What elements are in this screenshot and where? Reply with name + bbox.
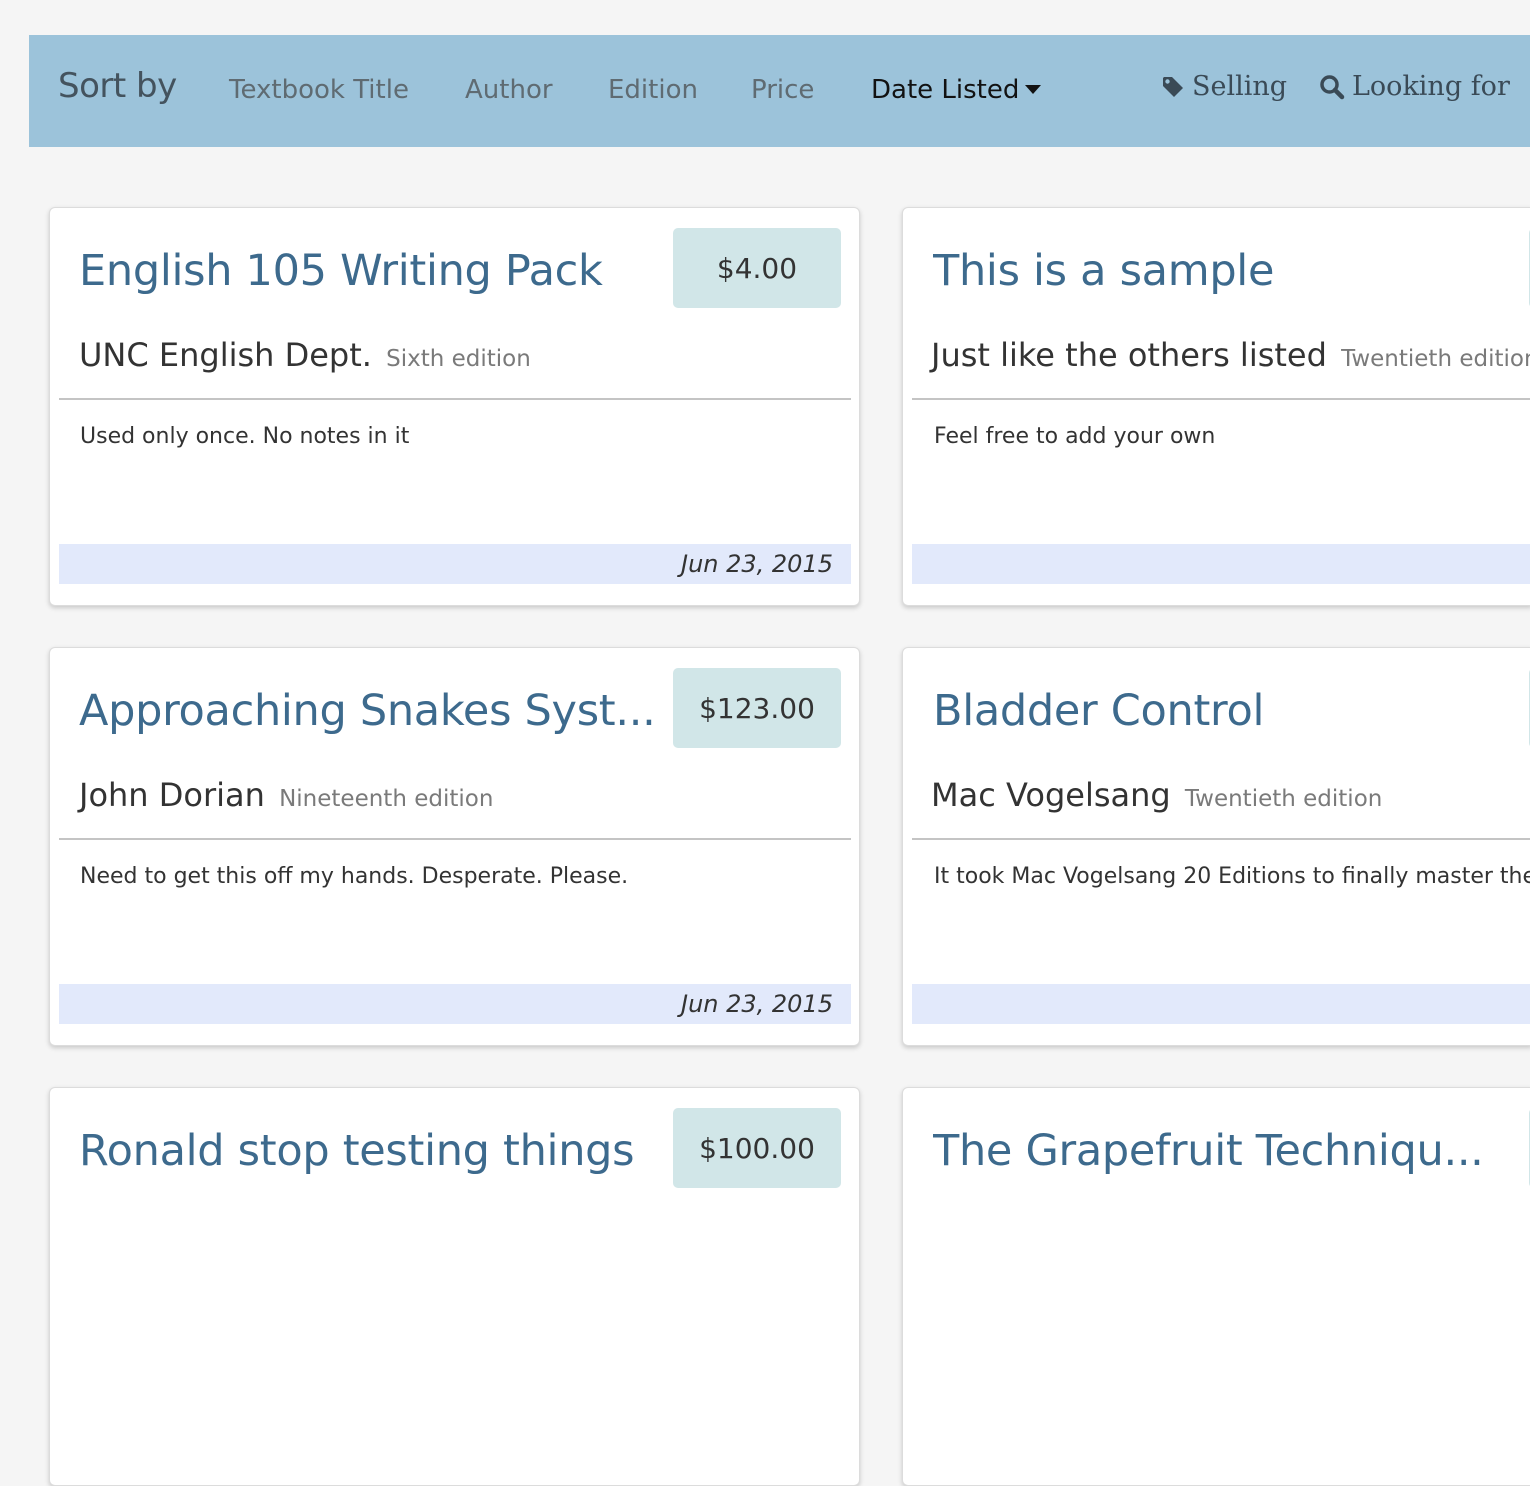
sort-option-edition[interactable]: Edition [608,75,698,105]
price-badge: $100.00 [673,1108,841,1188]
listing-description: Used only once. No notes in it [80,424,410,449]
filter-selling-label: Selling [1192,71,1288,102]
filter-selling[interactable]: Selling [1161,71,1287,102]
search-icon [1320,74,1345,99]
listing-description: Feel free to add your own [934,424,1216,449]
sort-option-date-listed[interactable]: Date Listed [871,75,1042,105]
listing-card[interactable]: Approaching Snakes Syst... $123.00 John … [49,647,860,1046]
listing-author: John Dorian Nineteenth edition [79,776,493,814]
listing-card[interactable]: This is a sample Just like the others li… [902,207,1530,606]
listing-card[interactable]: The Grapefruit Techniqu... [902,1087,1530,1486]
sort-option-price[interactable]: Price [751,75,814,105]
filter-looking-for[interactable]: Looking for [1319,71,1510,102]
author-name: Just like the others listed [931,336,1327,374]
author-name: John Dorian [79,776,265,814]
sort-by-label: Sort by [58,66,177,106]
listing-edition: Sixth edition [386,346,531,372]
listing-title[interactable]: Bladder Control [933,686,1530,736]
author-name: UNC English Dept. [79,336,372,374]
listing-title[interactable]: Approaching Snakes Syst... [79,686,679,736]
listing-description: Need to get this off my hands. Desperate… [80,864,629,889]
listing-date: Jun 23, 2015 [59,544,851,584]
listing-author: UNC English Dept. Sixth edition [79,336,531,374]
sort-option-date-listed-label: Date Listed [871,75,1020,105]
listing-card[interactable]: Bladder Control Mac Vogelsang Twentieth … [902,647,1530,1046]
listing-date [912,544,1530,584]
price-badge: $123.00 [673,668,841,748]
listing-edition: Twentieth edition [1184,786,1383,812]
listing-title[interactable]: The Grapefruit Techniqu... [933,1126,1530,1176]
filter-looking-for-label: Looking for [1352,71,1510,102]
listing-edition: Twentieth edition [1341,346,1530,372]
divider [59,838,851,840]
listing-edition: Nineteenth edition [279,786,494,812]
divider [59,398,851,400]
sort-bar: Sort by Textbook Title Author Edition Pr… [29,35,1530,147]
listing-description: It took Mac Vogelsang 20 Editions to fin… [934,864,1530,889]
listing-date [912,984,1530,1024]
listing-author: Mac Vogelsang Twentieth edition [931,776,1382,814]
listing-title[interactable]: English 105 Writing Pack [79,246,679,296]
divider [912,398,1530,400]
listing-title[interactable]: Ronald stop testing things [79,1126,679,1176]
caret-down-icon [1025,84,1042,94]
listing-title[interactable]: This is a sample [933,246,1530,296]
listing-card[interactable]: English 105 Writing Pack $4.00 UNC Engli… [49,207,860,606]
listing-author: Just like the others listed Twentieth ed… [931,336,1530,374]
listing-card[interactable]: Ronald stop testing things $100.00 [49,1087,860,1486]
divider [912,838,1530,840]
price-badge: $4.00 [673,228,841,308]
author-name: Mac Vogelsang [931,776,1171,814]
listing-date: Jun 23, 2015 [59,984,851,1024]
tag-icon [1163,76,1183,97]
sort-option-author[interactable]: Author [465,75,553,105]
sort-option-textbook-title[interactable]: Textbook Title [229,75,409,105]
